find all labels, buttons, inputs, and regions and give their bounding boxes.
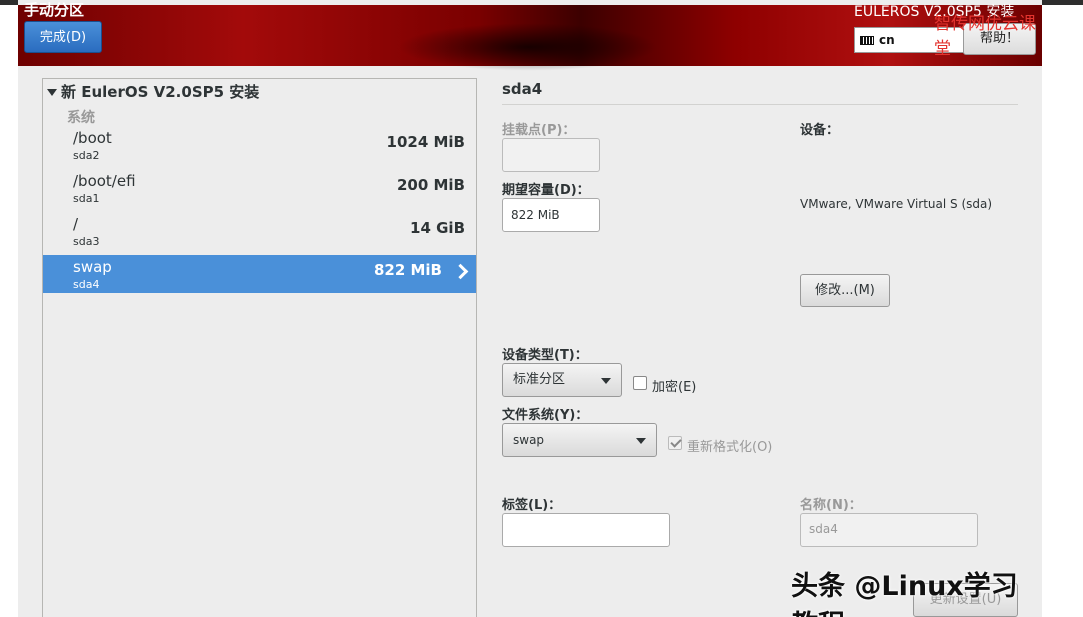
device-type-select[interactable]: 标准分区 bbox=[502, 363, 622, 397]
keyboard-layout-label: cn bbox=[879, 33, 895, 47]
partition-size: 14 GiB bbox=[410, 219, 465, 237]
group-label-system: 系统 bbox=[67, 110, 95, 126]
partition-size: 200 MiB bbox=[396, 176, 465, 194]
partition-list-panel: 新 EulerOS V2.0SP5 安装 系统 /boot sda2 1024 … bbox=[42, 78, 477, 617]
installation-tree-root[interactable]: 新 EulerOS V2.0SP5 安装 bbox=[47, 81, 259, 102]
capacity-label: 期望容量(D)： bbox=[502, 183, 590, 198]
encrypt-label: 加密(E) bbox=[652, 380, 697, 395]
chevron-down-icon bbox=[636, 438, 646, 444]
partition-size: 822 MiB bbox=[373, 261, 442, 279]
filesystem-select[interactable]: swap bbox=[502, 423, 657, 457]
reformat-checkbox[interactable] bbox=[668, 436, 682, 450]
partition-row-boot[interactable]: /boot sda2 1024 MiB bbox=[43, 129, 476, 165]
partition-row-root[interactable]: / sda3 14 GiB bbox=[43, 215, 476, 251]
name-field[interactable]: sda4 bbox=[800, 513, 978, 547]
device-type-value: 标准分区 bbox=[513, 372, 566, 387]
partition-mount: swap bbox=[73, 258, 112, 276]
partition-detail-title: sda4 bbox=[502, 80, 543, 98]
header-bar: 手动分区 完成(D) EULEROS V2.0SP5 安装 cn 帮助！ 智传网… bbox=[18, 1, 1042, 71]
installation-root-label: 新 EulerOS V2.0SP5 安装 bbox=[61, 83, 260, 101]
header-shade bbox=[398, 23, 658, 71]
filesystem-label: 文件系统(Y)： bbox=[502, 408, 589, 423]
chevron-down-icon bbox=[601, 378, 611, 384]
overlay-watermark: 头条 @Linux学习教程 bbox=[791, 571, 1018, 617]
capacity-field[interactable]: 822 MiB bbox=[502, 198, 600, 232]
detail-divider bbox=[502, 104, 1018, 105]
partition-row-boot-efi[interactable]: /boot/efi sda1 200 MiB bbox=[43, 172, 476, 208]
partition-device: sda2 bbox=[73, 149, 100, 162]
partition-row-swap[interactable]: swap sda4 822 MiB bbox=[43, 255, 476, 293]
partition-mount: /boot bbox=[73, 129, 112, 147]
partition-mount: / bbox=[73, 215, 79, 233]
filesystem-value: swap bbox=[513, 433, 545, 447]
device-type-label: 设备类型(T)： bbox=[502, 348, 588, 363]
mount-point-field[interactable] bbox=[502, 138, 600, 172]
spoke-title: 手动分区 bbox=[24, 1, 85, 19]
partition-mount: /boot/efi bbox=[73, 172, 136, 190]
partition-device: sda3 bbox=[73, 235, 100, 248]
partition-device: sda4 bbox=[73, 278, 100, 291]
done-button[interactable]: 完成(D) bbox=[24, 21, 102, 53]
partition-size: 1024 MiB bbox=[386, 133, 465, 151]
encrypt-checkbox[interactable] bbox=[633, 376, 647, 390]
device-label: 设备： bbox=[800, 123, 840, 138]
mount-point-label: 挂载点(P)： bbox=[502, 123, 576, 138]
watermark-text: 智传网优云课堂 bbox=[934, 14, 1036, 59]
modify-button[interactable]: 修改...(M) bbox=[800, 274, 890, 307]
checkmark-icon bbox=[670, 436, 682, 448]
chevron-right-icon bbox=[452, 263, 469, 280]
device-value: VMware, VMware Virtual S (sda) bbox=[800, 197, 993, 211]
manual-partitioning-window: 手动分区 完成(D) EULEROS V2.0SP5 安装 cn 帮助！ 智传网… bbox=[18, 0, 1042, 617]
expand-arrow-icon bbox=[47, 89, 57, 96]
tag-field[interactable] bbox=[502, 513, 670, 547]
reformat-label: 重新格式化(O) bbox=[687, 440, 773, 455]
partition-device: sda1 bbox=[73, 192, 100, 205]
name-label: 名称(N)： bbox=[800, 498, 862, 513]
tag-label: 标签(L)： bbox=[502, 498, 562, 513]
keyboard-icon bbox=[860, 36, 874, 45]
